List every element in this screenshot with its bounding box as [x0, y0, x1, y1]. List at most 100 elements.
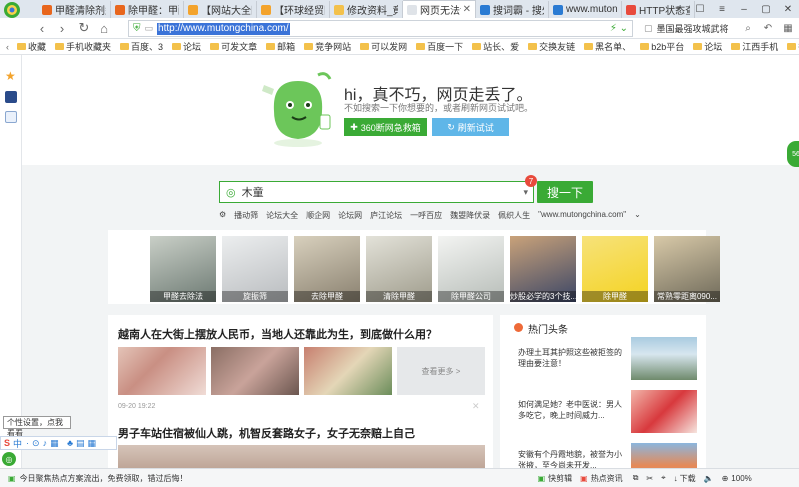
- bookmark-item[interactable]: 手机收藏夹: [55, 40, 111, 53]
- suggestion-expand-icon[interactable]: ⌄: [634, 210, 641, 221]
- close-icon[interactable]: ✕: [777, 4, 799, 15]
- view-more-button[interactable]: 查看更多 >: [397, 347, 485, 395]
- tab-4[interactable]: 修改资料_竟争: [330, 1, 403, 18]
- back-icon[interactable]: ‹: [34, 20, 50, 36]
- zoom-icon[interactable]: ⊕: [722, 474, 729, 483]
- tab-5[interactable]: 网页无法访问✕: [403, 0, 476, 18]
- bookmark-item[interactable]: 邮箱: [266, 40, 295, 53]
- news-image-1[interactable]: [118, 347, 206, 395]
- news-headline[interactable]: 越南人在大街上摆放人民币，当地人还靠此为生，到底做什么用？: [118, 326, 488, 342]
- refresh-icon[interactable]: ↻: [76, 20, 92, 36]
- image-thumb[interactable]: 除甲醛公司: [438, 236, 504, 302]
- reader-icon[interactable]: [5, 91, 17, 103]
- bookmark-item[interactable]: 竞争网站: [304, 40, 351, 53]
- image-thumb[interactable]: 旋振筛: [222, 236, 288, 302]
- search-suggestion-link[interactable]: 一呼百应: [410, 210, 442, 221]
- sogou-icon[interactable]: S: [4, 438, 10, 448]
- bookmark-item[interactable]: 江西手机: [731, 40, 778, 53]
- bookmark-item[interactable]: b2b平台: [640, 40, 684, 53]
- news-image-3[interactable]: [304, 347, 392, 395]
- image-thumb[interactable]: 除甲醛: [582, 236, 648, 302]
- search-suggestion-link[interactable]: 顺企网: [306, 210, 330, 221]
- tab-close-icon[interactable]: ✕: [463, 4, 471, 15]
- notes-icon[interactable]: [5, 111, 17, 123]
- tab-6[interactable]: 搜词霸 - 搜外: [476, 1, 549, 18]
- url-text[interactable]: http://www.mutongchina.com/: [157, 22, 290, 35]
- refresh-button[interactable]: ↻ 刷新试试: [432, 118, 509, 136]
- hot-image-3[interactable]: [631, 443, 697, 468]
- address-bar[interactable]: ⛨ ▭ http://www.mutongchina.com/ ⚡ ⌄: [128, 20, 633, 37]
- status-speed[interactable]: 快剪辑: [548, 473, 572, 484]
- search-suggestion-link[interactable]: 庐江论坛: [370, 210, 402, 221]
- skin-icon[interactable]: ☐: [689, 4, 711, 15]
- download-icon[interactable]: ↓: [674, 474, 678, 483]
- bookmark-item[interactable]: 论坛: [172, 40, 201, 53]
- news-image-2[interactable]: [211, 347, 299, 395]
- search-button[interactable]: 搜一下: [537, 181, 593, 203]
- search-suggestion-link[interactable]: 论坛网: [338, 210, 362, 221]
- menu-icon[interactable]: ≡: [711, 4, 733, 15]
- bookmark-scroll-left-icon[interactable]: ‹: [6, 42, 9, 52]
- status-news[interactable]: 今日聚焦热点方案流出，免费领取，错过后悔！: [20, 473, 280, 484]
- search-suggestion-link[interactable]: 佩织人生: [498, 210, 530, 221]
- search-suggestion-link[interactable]: 魏曌降伏录: [450, 210, 490, 221]
- image-thumb[interactable]: 甲醛去除法: [150, 236, 216, 302]
- bookmark-item[interactable]: 论坛: [693, 40, 722, 53]
- hot-item-3[interactable]: 安徽有个丹霞地貌，被誉为小张掖，至今尚未开发...: [518, 449, 628, 468]
- bookmark-item[interactable]: 可发文章: [210, 40, 257, 53]
- float-widget-icon[interactable]: 56: [787, 141, 799, 167]
- browser-logo[interactable]: [0, 0, 38, 18]
- sound-icon[interactable]: 🔈: [704, 474, 714, 483]
- hot-image-2[interactable]: [631, 390, 697, 433]
- emergency-kit-button[interactable]: ✚ 360断网急救箱: [344, 118, 427, 136]
- dismiss-icon[interactable]: ✕: [472, 401, 480, 412]
- tab-7[interactable]: www.muton...: [549, 1, 622, 18]
- status-hot[interactable]: 热点资讯: [591, 473, 623, 484]
- pin-icon[interactable]: ⌖: [661, 473, 666, 483]
- undo-icon[interactable]: ↶: [760, 20, 776, 36]
- lightning-icon[interactable]: ⚡ ⌄: [610, 23, 628, 34]
- ime-mode[interactable]: 中: [13, 437, 22, 450]
- news-headline-2[interactable]: 男子车站住宿被仙人跳，机智反套路女子，女子无奈赔上自己: [118, 425, 488, 441]
- bookmark-item[interactable]: 站长、爱: [472, 40, 519, 53]
- favorites-star-icon[interactable]: ★: [5, 69, 16, 83]
- home-icon[interactable]: ⌂: [96, 20, 112, 36]
- search-suggestion-link[interactable]: 论坛大全: [266, 210, 298, 221]
- tab-3[interactable]: 【环球经贸网: [257, 1, 330, 18]
- news-image-4[interactable]: [118, 445, 485, 468]
- ime-toolbar[interactable]: S 中 ·⊙♪▦ ♣▤▦: [0, 436, 117, 450]
- bookmark-item[interactable]: 黑名单、: [584, 40, 631, 53]
- bookmark-item[interactable]: 百度一下: [416, 40, 463, 53]
- image-thumb[interactable]: 去除甲醛: [294, 236, 360, 302]
- search-suggestion-link[interactable]: 播动筛: [234, 210, 258, 221]
- hot-image-1[interactable]: [631, 337, 697, 380]
- dropdown-arrow-icon[interactable]: ▾: [523, 187, 528, 198]
- bookmark-item[interactable]: 收藏: [17, 40, 46, 53]
- image-thumb[interactable]: 炒股必学的3个技...: [510, 236, 576, 302]
- tab-1[interactable]: 除甲醛：甲醛: [111, 1, 184, 18]
- tab-0[interactable]: 甲醛清除剂型: [38, 1, 111, 18]
- search-input[interactable]: ◎ 木童 ▾ 7: [219, 175, 537, 203]
- tab-2[interactable]: 【网站大全网: [184, 1, 257, 18]
- search-icon[interactable]: ⌕: [740, 20, 756, 36]
- bookmark-item[interactable]: 百度、3: [120, 40, 163, 53]
- ime-tools-icon[interactable]: ·⊙♪▦ ♣▤▦: [26, 438, 99, 449]
- maximize-icon[interactable]: ▢: [755, 4, 777, 15]
- bookmark-item[interactable]: 待确认可: [787, 40, 799, 53]
- minimize-icon[interactable]: –: [733, 4, 755, 15]
- hot-item-2[interactable]: 如何满足她？老中医说：男人多吃它，晚上时间威力...: [518, 399, 628, 421]
- bookmark-item[interactable]: 交换友链: [528, 40, 575, 53]
- image-thumb[interactable]: 常熟零距离090...: [654, 236, 720, 302]
- image-thumb[interactable]: 清除甲醛: [366, 236, 432, 302]
- forward-icon[interactable]: ›: [54, 20, 70, 36]
- screenshot-icon[interactable]: ✂: [646, 474, 653, 483]
- status-zoom[interactable]: 100%: [731, 474, 751, 483]
- status-download[interactable]: 下载: [680, 473, 696, 484]
- new-tab-icon[interactable]: +: [667, 4, 689, 15]
- window-icon[interactable]: ⧉: [633, 473, 639, 483]
- search-suggestion-link[interactable]: "www.mutongchina.com": [538, 210, 626, 221]
- grid-icon[interactable]: ▦: [780, 20, 796, 36]
- bookmark-item[interactable]: 可以发网: [360, 40, 407, 53]
- hot-item-1[interactable]: 办理土耳其护照这些被拒签的理由要注意！: [518, 347, 628, 369]
- settings-icon[interactable]: ⚙: [219, 210, 226, 221]
